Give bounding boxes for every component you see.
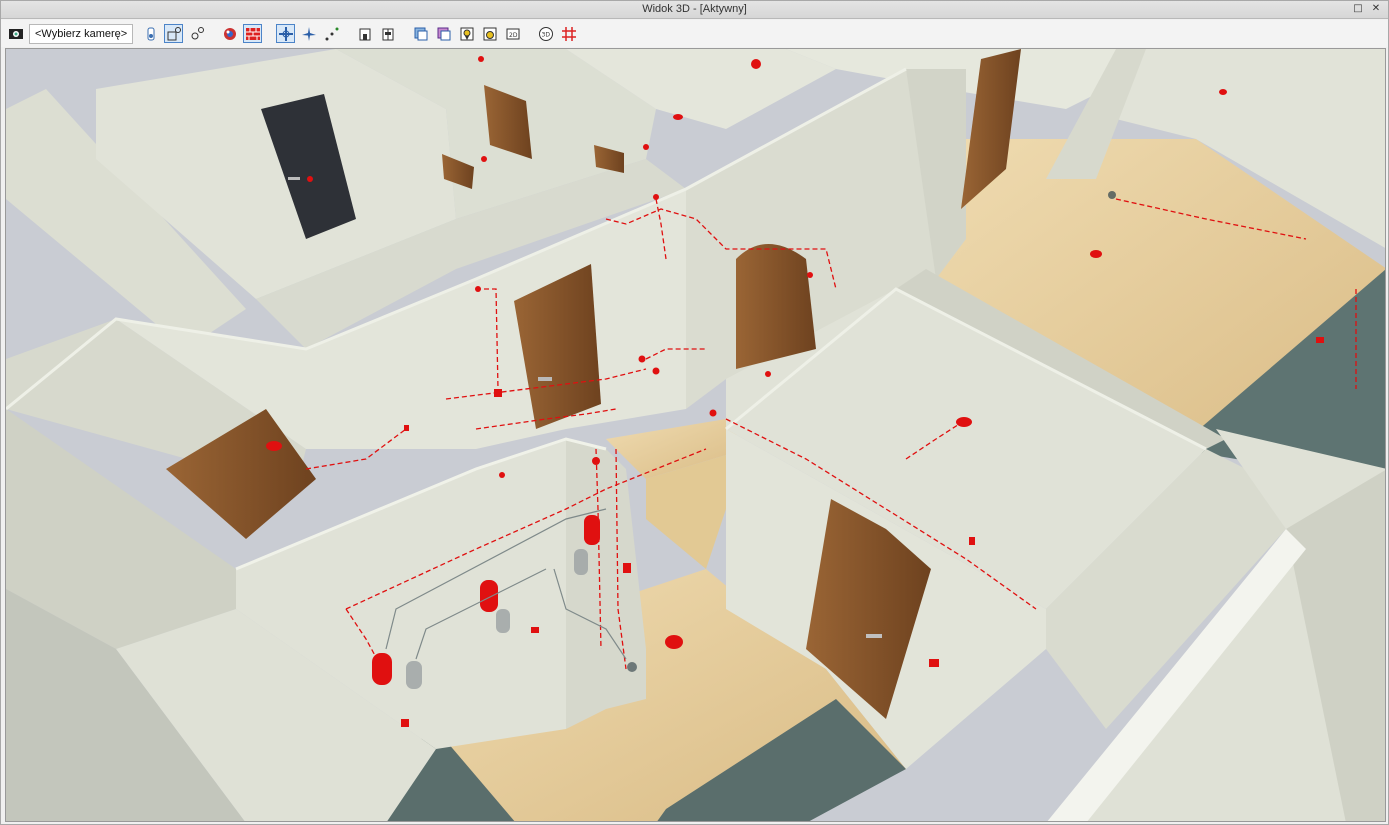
close-button[interactable]: ✕: [1370, 3, 1382, 15]
building-front-icon[interactable]: [355, 24, 374, 43]
camera-select[interactable]: <Wybierz kamerę>: [29, 23, 134, 44]
camera-icon[interactable]: [6, 24, 25, 43]
path-icon[interactable]: [322, 24, 341, 43]
svg-text:2D: 2D: [509, 32, 518, 39]
door-arched: [736, 244, 816, 369]
orbit-icon[interactable]: [164, 24, 184, 43]
wall-grid-icon[interactable]: [243, 24, 263, 43]
camera-capture-icon[interactable]: [480, 24, 499, 43]
layers2-icon[interactable]: [434, 24, 453, 43]
toolbar: <Wybierz kamerę> 2D 3D: [1, 20, 1388, 47]
building-section-icon[interactable]: [378, 24, 397, 43]
export-2d-icon[interactable]: 2D: [503, 24, 522, 43]
maximize-button[interactable]: □: [1352, 3, 1364, 15]
window-title: Widok 3D - [Aktywny]: [642, 3, 747, 15]
export-3d-icon[interactable]: 3D: [536, 24, 555, 43]
layers-icon[interactable]: [411, 24, 430, 43]
sun-icon[interactable]: [457, 24, 476, 43]
walk-person-icon[interactable]: [141, 24, 160, 43]
svg-text:3D: 3D: [541, 31, 550, 38]
zoom-extents-icon[interactable]: [187, 24, 206, 43]
window-3d-view: Widok 3D - [Aktywny] □ ✕ <Wybierz kamerę…: [0, 0, 1389, 825]
render-icon[interactable]: [220, 24, 239, 43]
pan-icon[interactable]: [276, 24, 296, 43]
3d-viewport[interactable]: [5, 48, 1386, 822]
grid-red-icon[interactable]: [559, 24, 578, 43]
fly-icon[interactable]: [299, 24, 318, 43]
title-bar: Widok 3D - [Aktywny] □ ✕: [1, 1, 1388, 19]
3d-scene: [6, 49, 1385, 821]
